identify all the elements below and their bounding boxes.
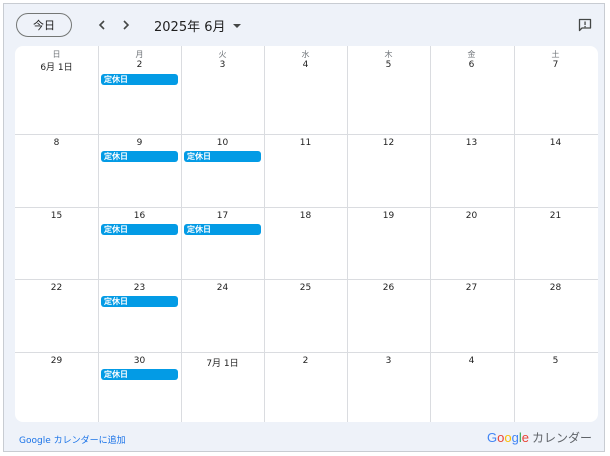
event-chip[interactable]: 定休日 <box>101 74 178 85</box>
day-number[interactable]: 3 <box>347 356 430 366</box>
feedback-icon[interactable] <box>577 17 593 33</box>
event-chip[interactable]: 定休日 <box>184 224 261 235</box>
calendar-toolbar: 今日 2025年 6月 <box>4 4 604 46</box>
day-number[interactable]: 13 <box>430 138 513 148</box>
day-number[interactable]: 11 <box>264 138 347 148</box>
day-number[interactable]: 27 <box>430 283 513 293</box>
day-number[interactable]: 26 <box>347 283 430 293</box>
day-number[interactable]: 16 <box>98 211 181 221</box>
day-number[interactable]: 15 <box>15 211 98 221</box>
brand-suffix: カレンダー <box>531 431 592 445</box>
day-number[interactable]: 17 <box>181 211 264 221</box>
wordmark-letter: e <box>521 430 529 445</box>
caret-down-icon <box>232 23 241 28</box>
wordmark-letter: o <box>504 430 512 445</box>
month-title: 2025年 6月 <box>154 20 226 35</box>
day-number[interactable]: 7月 1日 <box>181 356 264 369</box>
google-calendar-logo[interactable]: Google カレンダー <box>487 429 592 446</box>
day-number[interactable]: 18 <box>264 211 347 221</box>
wordmark-letter: G <box>487 430 498 445</box>
today-button[interactable]: 今日 <box>16 13 72 37</box>
event-chip[interactable]: 定休日 <box>184 151 261 162</box>
day-number[interactable]: 23 <box>98 283 181 293</box>
day-number[interactable]: 10 <box>181 138 264 148</box>
month-grid: 日月火水木金土 6月 1日 2 3 4 5 6 7 8 9 10 11 12 13 14 15 16 17 18 19… <box>15 46 598 422</box>
day-number[interactable]: 6 <box>430 60 513 70</box>
day-number[interactable]: 5 <box>347 60 430 70</box>
day-number[interactable]: 2 <box>98 60 181 70</box>
day-number[interactable]: 9 <box>98 138 181 148</box>
day-number[interactable]: 25 <box>264 283 347 293</box>
day-number[interactable]: 29 <box>15 356 98 366</box>
day-number[interactable]: 30 <box>98 356 181 366</box>
month-selector[interactable]: 2025年 6月 <box>154 16 241 35</box>
day-number[interactable]: 14 <box>514 138 597 148</box>
event-chip[interactable]: 定休日 <box>101 224 178 235</box>
day-number[interactable]: 7 <box>514 60 597 70</box>
add-to-google-calendar-link[interactable]: Google カレンダーに追加 <box>19 433 126 446</box>
wordmark-letter: g <box>511 430 519 445</box>
day-number[interactable]: 6月 1日 <box>15 60 98 73</box>
day-number[interactable]: 12 <box>347 138 430 148</box>
day-number[interactable]: 5 <box>514 356 597 366</box>
day-number[interactable]: 2 <box>264 356 347 366</box>
event-chip[interactable]: 定休日 <box>101 369 178 380</box>
day-number[interactable]: 20 <box>430 211 513 221</box>
event-chip[interactable]: 定休日 <box>101 296 178 307</box>
day-number[interactable]: 3 <box>181 60 264 70</box>
chevron-right-icon <box>123 20 130 30</box>
day-number[interactable]: 4 <box>430 356 513 366</box>
event-chip[interactable]: 定休日 <box>101 151 178 162</box>
calendar-embed: 今日 2025年 6月 日月火水木金土 6月 1日 2 3 4 5 6 7 8 9 10 11 12 13… <box>3 3 605 452</box>
day-number[interactable]: 24 <box>181 283 264 293</box>
day-number[interactable]: 22 <box>15 283 98 293</box>
day-number[interactable]: 8 <box>15 138 98 148</box>
day-number[interactable]: 4 <box>264 60 347 70</box>
google-wordmark: Google <box>487 430 529 445</box>
previous-month-button[interactable] <box>92 15 112 35</box>
next-month-button[interactable] <box>116 15 136 35</box>
chevron-left-icon <box>98 20 105 30</box>
day-number[interactable]: 28 <box>514 283 597 293</box>
day-number[interactable]: 19 <box>347 211 430 221</box>
day-number[interactable]: 21 <box>514 211 597 221</box>
